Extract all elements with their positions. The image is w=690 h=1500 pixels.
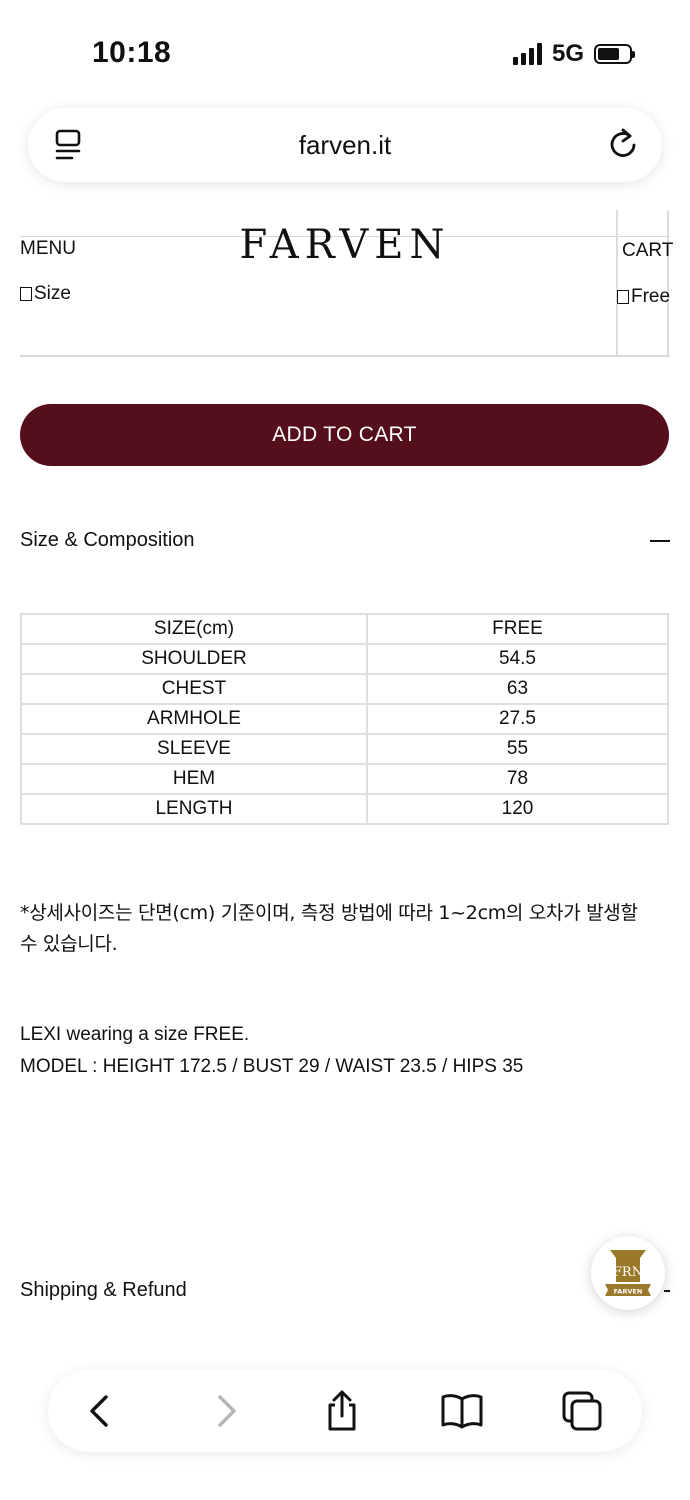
table-row: LENGTH 120 — [20, 793, 669, 825]
address-bar[interactable]: farven.it — [28, 108, 662, 182]
battery-icon — [594, 44, 635, 64]
model-wearing-text: LEXI wearing a size FREE. — [20, 1024, 250, 1045]
size-option-free[interactable]: Free — [617, 286, 670, 308]
table-row: CHEST 63 — [20, 673, 669, 705]
size-option-label: Size — [20, 283, 71, 305]
table-cell: 54.5 — [366, 643, 669, 675]
back-icon[interactable] — [80, 1389, 124, 1433]
size-composition-toggle[interactable]: Size & Composition — [20, 529, 195, 552]
model-measurements-text: MODEL : HEIGHT 172.5 / BUST 29 / WAIST 2… — [20, 1056, 524, 1077]
table-cell: 63 — [366, 673, 669, 705]
forward-icon[interactable] — [202, 1389, 246, 1433]
farven-seal-icon: FRN FARVEN — [605, 1250, 651, 1296]
option-divider — [20, 355, 670, 357]
table-cell: SIZE(cm) — [20, 613, 368, 645]
shipping-refund-toggle[interactable]: Shipping & Refund — [20, 1279, 187, 1302]
chat-badge-button[interactable]: FRN FARVEN — [591, 1236, 665, 1310]
checkbox-icon — [20, 287, 32, 301]
size-table: SIZE(cm) FREE SHOULDER 54.5 CHEST 63 ARMHOL… — [20, 613, 669, 825]
badge-top-text: FRN — [613, 1265, 643, 1280]
table-cell: 120 — [366, 793, 669, 825]
table-cell: 78 — [366, 763, 669, 795]
browser-toolbar — [48, 1370, 642, 1452]
table-cell: LENGTH — [20, 793, 368, 825]
tabs-icon[interactable] — [560, 1389, 604, 1433]
table-row: ARMHOLE 27.5 — [20, 703, 669, 735]
table-cell: SHOULDER — [20, 643, 368, 675]
url-text[interactable]: farven.it — [28, 130, 662, 161]
table-row: SLEEVE 55 — [20, 733, 669, 765]
network-type: 5G — [551, 40, 584, 67]
table-cell: ARMHOLE — [20, 703, 368, 735]
table-row: HEM 78 — [20, 763, 669, 795]
table-cell: 27.5 — [366, 703, 669, 735]
reload-icon[interactable] — [608, 126, 638, 162]
size-note: *상세사이즈는 단면(cm) 기준이며, 측정 방법에 따라 1~2cm의 오차… — [20, 902, 638, 955]
table-row: SIZE(cm) FREE — [20, 613, 669, 645]
site-cart-link[interactable]: CART — [622, 240, 673, 262]
bookmarks-icon[interactable] — [440, 1389, 484, 1433]
checkbox-icon — [617, 290, 629, 304]
table-row: SHOULDER 54.5 — [20, 643, 669, 675]
status-indicators: 5G — [512, 40, 635, 68]
table-cell: FREE — [366, 613, 669, 645]
collapse-icon[interactable] — [650, 540, 670, 542]
status-time: 10:18 — [92, 36, 172, 69]
expand-icon[interactable] — [664, 1290, 670, 1292]
badge-ribbon-text: FARVEN — [614, 1288, 643, 1296]
table-cell: 55 — [366, 733, 669, 765]
share-icon[interactable] — [320, 1389, 364, 1433]
table-cell: SLEEVE — [20, 733, 368, 765]
add-to-cart-button[interactable]: ADD TO CART — [20, 404, 669, 466]
signal-icon — [512, 43, 542, 65]
table-cell: HEM — [20, 763, 368, 795]
site-logo[interactable]: FARVEN — [0, 222, 690, 268]
table-cell: CHEST — [20, 673, 368, 705]
